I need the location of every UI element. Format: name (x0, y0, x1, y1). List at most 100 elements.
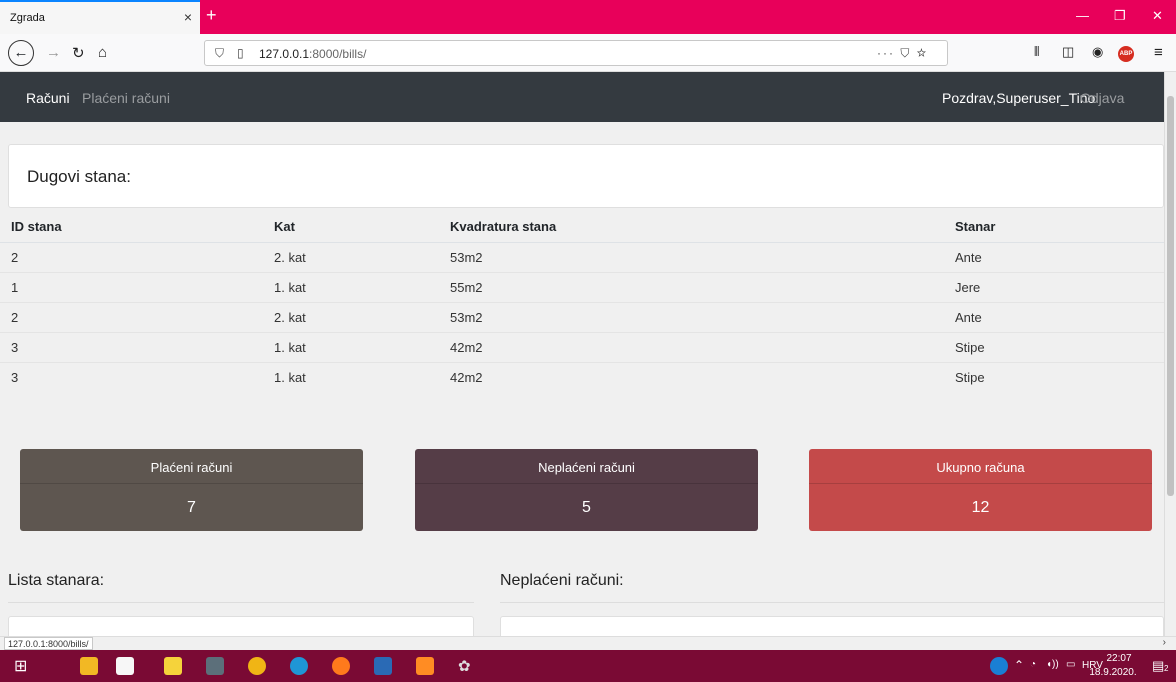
page-viewport: Računi Plaćeni računi Pozdrav,Superuser_… (0, 72, 1164, 636)
table-cell: 2 (0, 301, 263, 332)
table-header: ID stana Kat Kvadratura stana Stanar (0, 212, 1164, 243)
page-icon: ▯ (237, 46, 244, 60)
nav-item-paid-bills[interactable]: Plaćeni računi (82, 90, 170, 106)
window-close-icon[interactable]: ✕ (1152, 8, 1163, 24)
status-bar: 127.0.0.1:8000/bills/ › (0, 636, 1176, 650)
divider (8, 602, 474, 603)
browser-tab[interactable]: Zgrada × (0, 0, 200, 34)
unpaid-bills-title: Neplaćeni računi: (500, 572, 624, 589)
table-cell: Ante (944, 241, 1164, 272)
stat-label: Neplaćeni računi (415, 449, 758, 484)
column-header: Kvadratura stana (439, 212, 944, 243)
unpaid-bills-stat: Neplaćeni računi 5 (415, 449, 758, 531)
debts-card: Dugovi stana: (8, 144, 1164, 208)
scrollbar-thumb[interactable] (1167, 96, 1174, 496)
table-cell: Ante (944, 301, 1164, 332)
table-row: 2 2. kat 53m2 Ante (0, 241, 1164, 272)
top-navbar: Računi Plaćeni računi Pozdrav,Superuser_… (0, 72, 1164, 122)
adblock-icon[interactable]: ABP (1118, 46, 1134, 62)
stat-label: Plaćeni računi (20, 449, 363, 484)
new-tab-button[interactable]: + (206, 5, 217, 26)
windows-start-icon[interactable]: ⊞ (14, 656, 32, 675)
restore-icon[interactable]: ❐ (1114, 8, 1126, 24)
tab-close-icon[interactable]: × (184, 9, 192, 25)
file-explorer-icon[interactable] (80, 657, 98, 675)
tray-arrow-icon[interactable]: ⌃ (1014, 658, 1024, 672)
tab-title: Zgrada (10, 12, 45, 24)
url-host: 127.0.0.1 (259, 47, 310, 61)
table-cell: 42m2 (439, 331, 944, 362)
stat-value: 5 (582, 499, 591, 516)
tenants-list-panel (8, 616, 474, 636)
table-cell: 1 (0, 271, 263, 302)
shield-icon[interactable]: ⛉ (215, 46, 224, 61)
table-row: 3 1. kat 42m2 Stipe (0, 361, 1164, 392)
reload-icon[interactable]: ↻ (72, 44, 85, 62)
chrome-icon[interactable] (248, 657, 266, 675)
column-header: Stanar (944, 212, 1164, 243)
logout-link[interactable]: Odjava (1080, 90, 1124, 106)
url-path: :8000/bills/ (309, 47, 367, 61)
table-cell: Jere (944, 271, 1164, 302)
edge-icon[interactable] (290, 657, 308, 675)
table-cell: 42m2 (439, 361, 944, 392)
minimize-icon[interactable]: — (1076, 8, 1089, 23)
table-cell: 1. kat (263, 361, 439, 392)
table-cell: 53m2 (439, 301, 944, 332)
table-row: 1 1. kat 55m2 Jere (0, 271, 1164, 302)
table-cell: 3 (0, 361, 263, 392)
vertical-scrollbar[interactable] (1164, 72, 1176, 636)
firefox-icon[interactable] (332, 657, 350, 675)
clock-date[interactable]: 18.9.2020. (1084, 667, 1142, 678)
account-icon[interactable]: ◉ (1092, 44, 1103, 60)
url-text: 127.0.0.1:8000/bills/ (259, 47, 366, 61)
network-icon[interactable]: ◔ (1030, 659, 1036, 670)
table-cell: 55m2 (439, 271, 944, 302)
calculator-icon[interactable] (206, 657, 224, 675)
volume-icon[interactable]: ◖)) (1046, 659, 1059, 670)
table-cell: 3 (0, 331, 263, 362)
paint-icon[interactable]: ✿ (458, 657, 476, 675)
battery-icon[interactable]: ▭ (1066, 659, 1075, 670)
library-icon[interactable]: ⫴ (1034, 44, 1039, 60)
back-icon[interactable]: ← (8, 40, 34, 66)
scroll-right-icon[interactable]: › (1163, 637, 1166, 648)
table-cell: Stipe (944, 331, 1164, 362)
tenants-list-title: Lista stanara: (8, 572, 105, 589)
clock-time[interactable]: 22:07 (1096, 653, 1142, 664)
menu-icon[interactable]: ≡ (1154, 44, 1163, 61)
home-icon[interactable]: ⌂ (98, 44, 107, 61)
notification-icon[interactable]: ▤ (1152, 658, 1164, 674)
table-cell: 53m2 (439, 241, 944, 272)
notification-count: 2 (1164, 664, 1169, 673)
total-bills-stat: Ukupno računa 12 (809, 449, 1152, 531)
debts-title: Dugovi stana: (27, 167, 131, 186)
table-cell: 1. kat (263, 331, 439, 362)
table-cell: 2. kat (263, 241, 439, 272)
windows-taskbar: ⊞ ✿ ⌃ ◔ ◖)) ▭ HRV 22:07 18.9.2020. ▤ 2 (0, 650, 1176, 682)
sticky-notes-icon[interactable] (164, 657, 182, 675)
table-cell: 2 (0, 241, 263, 272)
browser-tab-bar: Zgrada × + — ❐ ✕ (0, 0, 1176, 34)
nav-item-bills[interactable]: Računi (26, 90, 70, 106)
column-header: Kat (263, 212, 439, 243)
unpaid-bills-panel (500, 616, 1164, 636)
sidebar-icon[interactable]: ◫ (1062, 44, 1074, 60)
status-url: 127.0.0.1:8000/bills/ (4, 637, 93, 650)
stat-label: Ukupno računa (809, 449, 1152, 484)
page-actions-icons[interactable]: ··· ⛉ ☆ (877, 46, 928, 61)
browser-toolbar: ← → ↻ ⌂ ⛉ ▯ 127.0.0.1:8000/bills/ ··· ⛉ … (0, 34, 1176, 72)
table-cell: 1. kat (263, 271, 439, 302)
paid-bills-stat: Plaćeni računi 7 (20, 449, 363, 531)
forward-icon[interactable]: → (46, 44, 61, 61)
help-icon[interactable] (990, 657, 1008, 675)
column-header: ID stana (0, 212, 263, 243)
debts-table: ID stana Kat Kvadratura stana Stanar 2 2… (0, 212, 1164, 392)
stat-value: 12 (971, 499, 990, 516)
sublime-text-icon[interactable] (416, 657, 434, 675)
store-icon[interactable] (116, 657, 134, 675)
powershell-icon[interactable] (374, 657, 392, 675)
url-bar[interactable]: ⛉ ▯ 127.0.0.1:8000/bills/ ··· ⛉ ☆ (204, 40, 948, 66)
table-cell: Stipe (944, 361, 1164, 392)
stat-value: 7 (187, 499, 196, 516)
